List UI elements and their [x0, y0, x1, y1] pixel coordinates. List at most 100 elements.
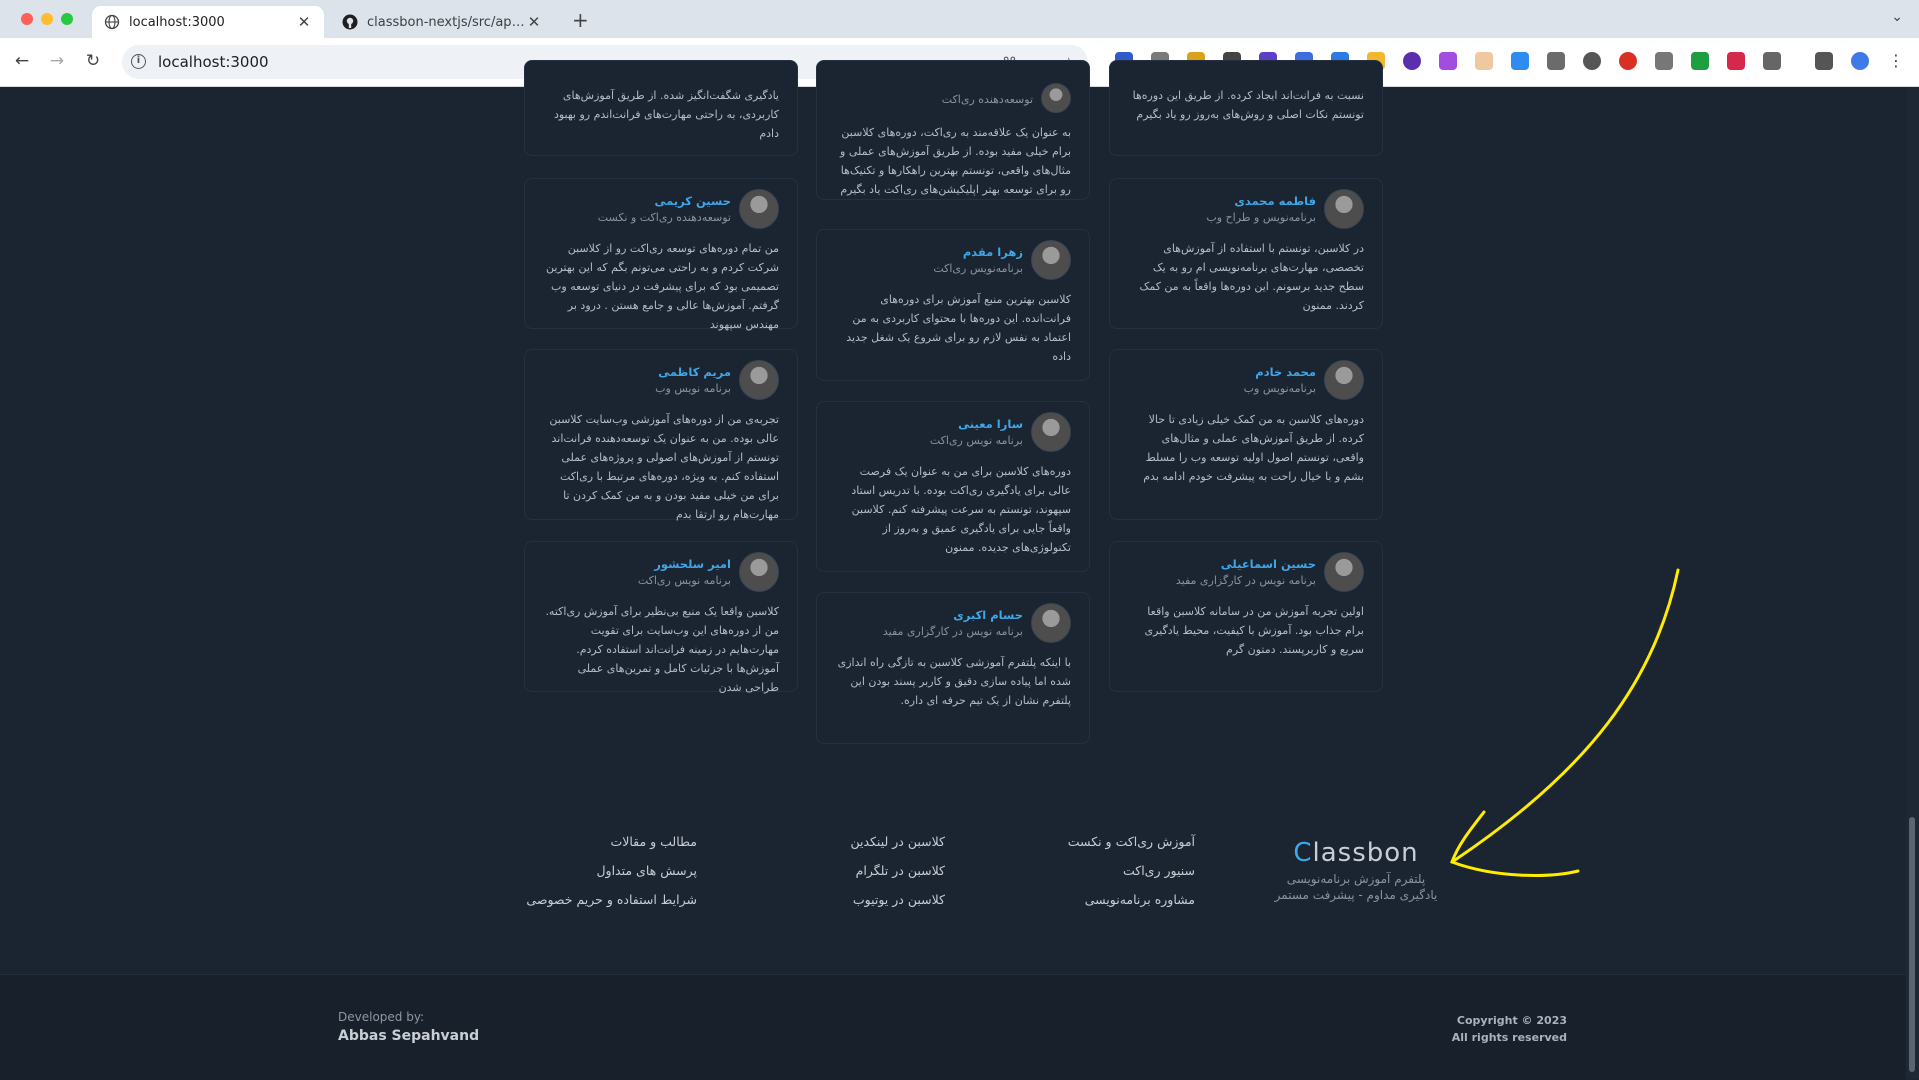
profile-avatar[interactable] [1851, 52, 1869, 70]
tab-search-chevron-icon[interactable]: ⌄ [1891, 9, 1903, 25]
adblock-icon[interactable] [1619, 52, 1637, 70]
tab-title: localhost:3000 [129, 14, 225, 30]
minimize-window-button[interactable] [41, 13, 53, 25]
testimonial-text: به عنوان یک علاقه‌مند به ری‌اکت، دوره‌ها… [840, 126, 1071, 196]
testimonial-name: سارا معینی [958, 417, 1023, 431]
footer-link[interactable]: کلاسبن در تلگرام [856, 863, 945, 878]
testimonial-text: کلاسبن واقعا یک منبع بی‌نظیر برای آموزش … [545, 605, 779, 694]
shield-icon[interactable] [1691, 52, 1709, 70]
avatar [739, 552, 779, 592]
testimonial-text: تجربه‌ی من از دوره‌های آموزشی وب‌سایت کل… [549, 413, 779, 521]
extension-13-icon[interactable] [1547, 52, 1565, 70]
testimonial-text: کلاسبن بهترین منبع آموزش برای دوره‌های ف… [846, 293, 1071, 363]
avatar [1324, 552, 1364, 592]
footer-link[interactable]: کلاسبن در یوتیوب [853, 892, 945, 907]
extension-18-icon[interactable] [1727, 52, 1745, 70]
testimonial-text: در کلاسبن، تونستم با استفاده از آموزش‌ها… [1139, 242, 1364, 312]
testimonial-role: برنامه‌نویس و طراح وب [1206, 211, 1316, 224]
testimonial-card: نسبت به فرانت‌اند ایجاد کرده. از طریق ای… [1109, 60, 1383, 156]
avatar [1324, 360, 1364, 400]
browser-tab-bar: localhost:3000 ✕ classbon-nextjs/src/app… [0, 0, 1919, 38]
testimonial-text: دوره‌های کلاسبن به من کمک خیلی زیادی تا … [1143, 413, 1364, 483]
testimonial-text: اولین تجربه آموزش من در سامانه کلاسبن وا… [1144, 605, 1364, 656]
menu-kebab-icon[interactable]: ⋮ [1887, 52, 1905, 70]
extension-11-icon[interactable] [1475, 52, 1493, 70]
annotation-arrow-icon [1450, 568, 1680, 877]
testimonial-text: دوره‌های کلاسبن برای من به عنوان یک فرصت… [851, 465, 1071, 554]
classbon-logo[interactable]: Classbon [1256, 838, 1456, 868]
avatar [1031, 240, 1071, 280]
footer-link[interactable]: شرایط استفاده و حریم خصوصی [526, 892, 697, 907]
testimonial-role: برنامه نویس در کارگزاری مفید [882, 625, 1023, 638]
testimonial-role: توسعه‌دهنده ری‌اکت و نکست [597, 211, 731, 224]
testimonial-card: مریم کاظمی برنامه نویس وب تجربه‌ی من از د… [524, 349, 798, 521]
testimonial-card: امیر سلحشور برنامه نویس ری‌اکت کلاسبن واق… [524, 541, 798, 694]
developer-name: Abbas Sepahvand [338, 1028, 480, 1044]
testimonial-role: برنامه نویس در کارگزاری مفید [1175, 574, 1316, 587]
developed-by-label: Developed by: [338, 1010, 425, 1024]
testimonial-name: امیر سلحشور [654, 557, 731, 571]
copyright: Copyright © 2023 All rights reserved [1451, 1014, 1567, 1044]
testimonial-card: محمد خادم برنامه‌نویس وب دوره‌های کلاسبن … [1109, 349, 1383, 520]
testimonial-card: زهرا مقدم برنامه‌نویس ری‌اکت کلاسبن بهتری… [816, 229, 1090, 381]
extension-16-icon[interactable] [1655, 52, 1673, 70]
testimonial-card: حسین اسماعیلی برنامه نویس در کارگزاری مفی… [1109, 541, 1383, 692]
close-window-button[interactable] [21, 13, 33, 25]
tab-title: classbon-nextjs/src/app/_components/... [367, 14, 526, 30]
footer-link[interactable]: مشاوره برنامه‌نویسی [1085, 892, 1195, 907]
testimonial-card: سارا معینی برنامه نویس ری‌اکت دوره‌های کل… [816, 401, 1090, 572]
avatar [1324, 189, 1364, 229]
close-tab-icon[interactable]: ✕ [526, 13, 542, 31]
testimonial-card: توسعه‌دهنده ری‌اکت به عنوان یک علاقه‌مند… [816, 60, 1090, 200]
testimonial-name: مریم کاظمی [658, 365, 731, 379]
reload-button[interactable]: ↻ [82, 51, 104, 71]
testimonial-role: توسعه‌دهنده ری‌اکت [941, 93, 1033, 106]
scrollbar-thumb[interactable] [1909, 817, 1915, 1072]
extension-10-icon[interactable] [1439, 52, 1457, 70]
testimonial-name: زهرا مقدم [962, 245, 1023, 259]
testimonial-name: حسین کریمی [654, 194, 731, 208]
globe-icon [104, 14, 120, 30]
new-tab-button[interactable]: + [572, 8, 589, 32]
url-text: localhost:3000 [158, 53, 269, 71]
github-icon [342, 14, 358, 30]
testimonial-role: برنامه‌نویس وب [1243, 382, 1316, 395]
testimonial-name: فاطمه محمدی [1234, 194, 1316, 208]
extension-9-icon[interactable] [1403, 52, 1421, 70]
testimonial-role: برنامه نویس وب [655, 382, 731, 395]
testimonial-text: یادگیری شگفت‌انگیز شده. از طریق آموزش‌ها… [553, 89, 779, 140]
maximize-window-button[interactable] [61, 13, 73, 25]
testimonial-name: محمد خادم [1255, 365, 1316, 379]
footer-bottom-bar [0, 974, 1906, 1080]
footer-link[interactable]: مطالب و مقالات [610, 834, 697, 849]
testimonial-text: با اینکه پلتفرم آموزشی کلاسبن به تازگی ر… [837, 656, 1071, 707]
tab-localhost[interactable]: localhost:3000 ✕ [92, 6, 324, 38]
footer-link[interactable]: سنیور ری‌اکت [1123, 863, 1195, 878]
footer-link[interactable]: کلاسبن در لینکدین [850, 834, 945, 849]
footer-link[interactable]: آموزش ری‌اکت و نکست [1068, 834, 1195, 849]
avatar [739, 189, 779, 229]
site-info-icon[interactable]: i [131, 54, 146, 69]
extension-12-icon[interactable] [1511, 52, 1529, 70]
avatar [1041, 83, 1071, 113]
extension-14-icon[interactable] [1583, 52, 1601, 70]
side-panel-icon[interactable] [1815, 52, 1833, 70]
extensions-puzzle-icon[interactable] [1763, 52, 1781, 70]
brand-tagline: یادگیری مداوم - پیشرفت مستمر [1274, 888, 1438, 902]
back-button[interactable]: ← [11, 51, 33, 71]
testimonial-card: یادگیری شگفت‌انگیز شده. از طریق آموزش‌ها… [524, 60, 798, 156]
footer-brand: Classbon پلتفرم آموزش برنامه‌نویسی یادگی… [1256, 838, 1456, 902]
avatar [1031, 603, 1071, 643]
testimonial-role: برنامه نویس ری‌اکت [929, 434, 1023, 447]
brand-tagline: پلتفرم آموزش برنامه‌نویسی [1286, 872, 1426, 886]
testimonial-text: نسبت به فرانت‌اند ایجاد کرده. از طریق ای… [1132, 89, 1364, 121]
testimonial-text: من تمام دوره‌های توسعه ری‌اکت رو از کلاس… [546, 242, 779, 331]
tab-github[interactable]: classbon-nextjs/src/app/_components/... … [330, 6, 554, 38]
testimonial-name: حسام اکبری [953, 608, 1023, 622]
close-tab-icon[interactable]: ✕ [296, 13, 312, 31]
testimonial-role: برنامه‌نویس ری‌اکت [933, 262, 1023, 275]
footer-link[interactable]: پرسش های متداول [596, 863, 697, 878]
testimonial-card: فاطمه محمدی برنامه‌نویس و طراح وب در کلاس… [1109, 178, 1383, 329]
avatar [1031, 412, 1071, 452]
forward-button[interactable]: → [46, 51, 68, 71]
